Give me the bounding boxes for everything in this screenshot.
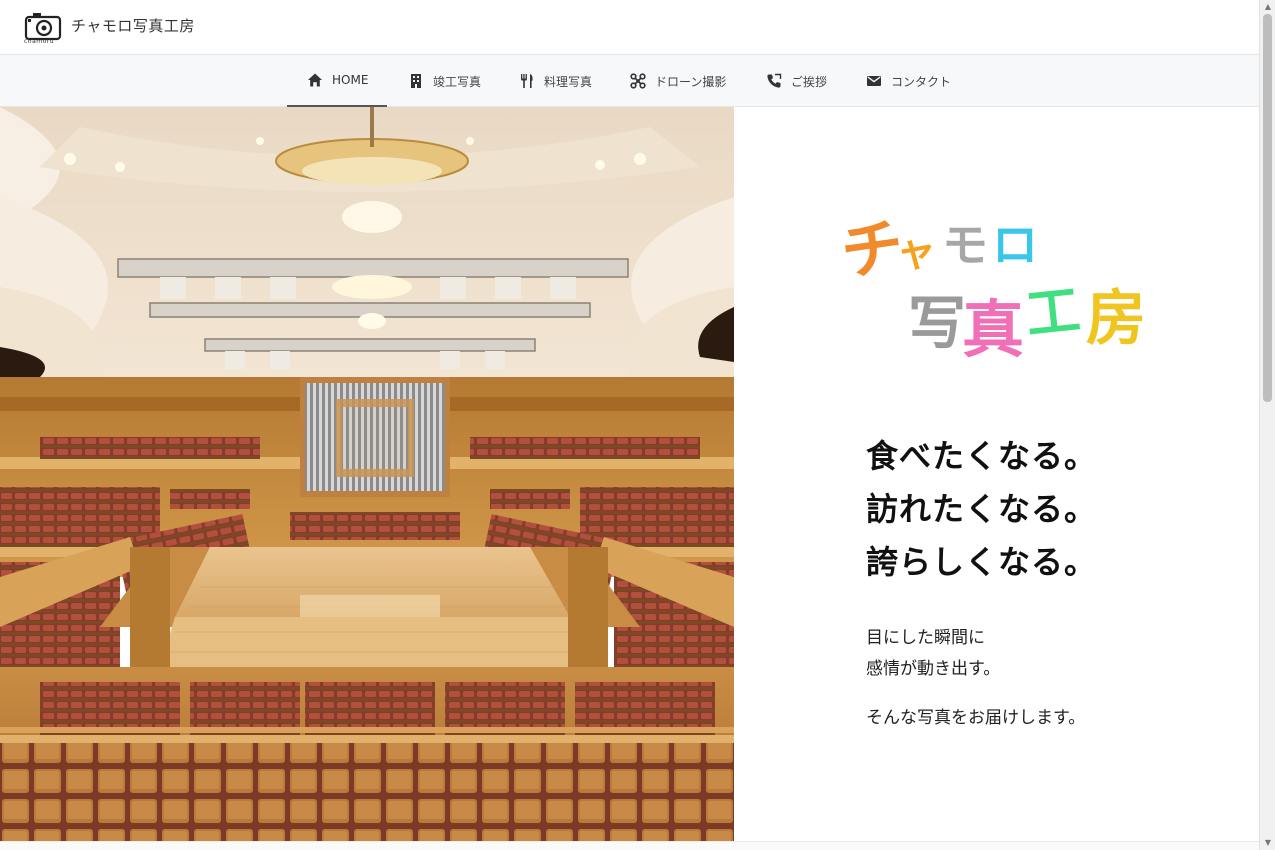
brand-glyph: 房 xyxy=(1086,284,1146,354)
nav-item-label: HOME xyxy=(332,73,369,87)
nav-item-label: 料理写真 xyxy=(544,74,593,89)
main-navigation: HOME 竣工写真 料理写真 ドローン撮影 ご挨拶 コンタクト xyxy=(0,55,1259,107)
nav-item-contact[interactable]: コンタクト xyxy=(866,55,951,107)
brand-glyph: ャ xyxy=(896,229,936,275)
brand-glyph: ロ xyxy=(992,218,1038,272)
logo-label: chamoru xyxy=(24,38,55,45)
catchcopy-line: 訪れたくなる。 xyxy=(866,491,1098,527)
brand-glyph: モ xyxy=(942,218,988,272)
intro-panel: チ ャ モ ロ 写 真 工 房 食べたくなる。 訪れたくなる。 誇らしくなる。 … xyxy=(734,107,1259,841)
lead-text: 目にした瞬間に 感情が動き出す。 xyxy=(866,623,1000,685)
lead-closing: そんな写真をお届けします。 xyxy=(866,708,1086,728)
page-bottom-edge xyxy=(0,841,1259,850)
catchcopy: 食べたくなる。 訪れたくなる。 誇らしくなる。 xyxy=(866,430,1097,589)
catchcopy-line: 食べたくなる。 xyxy=(866,438,1098,474)
brand-glyph: 工 xyxy=(1023,278,1083,346)
brand-title-artwork: チ ャ モ ロ 写 真 工 房 xyxy=(837,203,1152,383)
vertical-scrollbar[interactable]: ▲ ▼ xyxy=(1259,0,1275,850)
nav-item-label: 竣工写真 xyxy=(433,74,482,89)
brand-glyph: 写 xyxy=(908,289,966,357)
nav-item-greeting[interactable]: ご挨拶 xyxy=(766,55,827,107)
home-icon xyxy=(308,73,322,87)
nav-item-label: コンタクト xyxy=(891,74,952,89)
drone-icon xyxy=(630,73,646,89)
catchcopy-line: 誇らしくなる。 xyxy=(866,544,1098,580)
site-header: chamoru チャモロ写真工房 xyxy=(0,0,1259,55)
brand-glyph: 真 xyxy=(962,293,1024,366)
camera-logo-icon[interactable]: chamoru xyxy=(24,9,64,45)
hero-concert-hall-image xyxy=(0,107,734,841)
scroll-down-arrow-icon[interactable]: ▼ xyxy=(1263,838,1273,848)
nav-item-drone[interactable]: ドローン撮影 xyxy=(630,55,726,107)
mail-icon xyxy=(867,76,881,86)
scrollbar-thumb[interactable] xyxy=(1263,14,1272,402)
fork-knife-icon xyxy=(521,74,533,88)
nav-item-label: ご挨拶 xyxy=(791,74,828,89)
building-icon xyxy=(411,74,421,88)
lead-line: 目にした瞬間に xyxy=(866,628,985,648)
scroll-up-arrow-icon[interactable]: ▲ xyxy=(1263,2,1273,12)
phone-icon xyxy=(767,73,782,88)
nav-item-home[interactable]: HOME xyxy=(287,55,387,107)
nav-item-label: ドローン撮影 xyxy=(655,74,727,89)
nav-item-food-photo[interactable]: 料理写真 xyxy=(519,55,592,107)
site-name[interactable]: チャモロ写真工房 xyxy=(71,15,195,36)
nav-item-completion-photo[interactable]: 竣工写真 xyxy=(408,55,481,107)
lead-line: 感情が動き出す。 xyxy=(866,659,1001,679)
